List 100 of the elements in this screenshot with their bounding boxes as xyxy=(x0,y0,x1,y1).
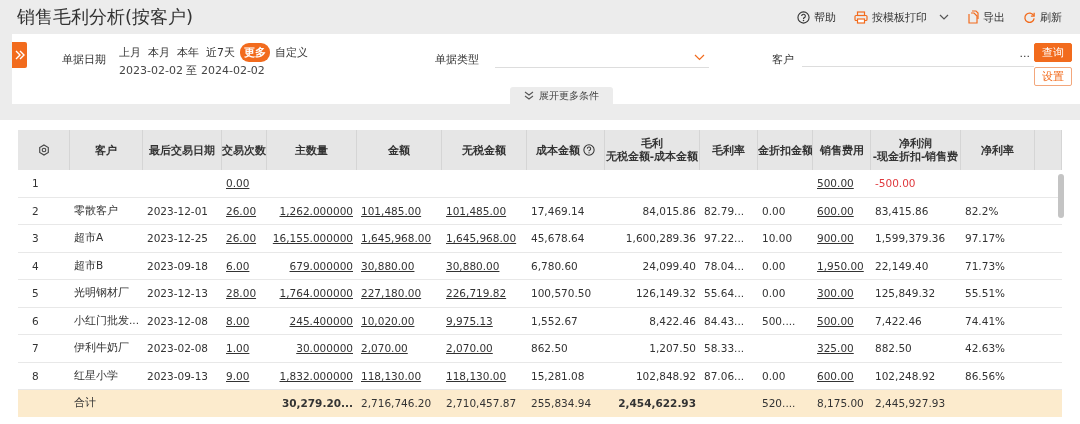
scrollbar[interactable] xyxy=(1058,174,1064,218)
column-header[interactable]: 毛利 无税金额-成本金额 xyxy=(605,130,700,170)
table-link[interactable]: 30,880.00 xyxy=(361,259,415,272)
column-header[interactable]: 毛利率 xyxy=(700,130,758,170)
table-link[interactable]: 1,832.000000 xyxy=(279,369,353,382)
table-cell: 0.00 xyxy=(762,369,786,382)
table-link[interactable]: 1,262.000000 xyxy=(279,204,353,217)
print-button[interactable]: 按模板打印 xyxy=(854,9,949,25)
table-link[interactable]: 679.000000 xyxy=(289,259,353,272)
date-preset[interactable]: 近7天 xyxy=(204,43,237,62)
table-cell: 10.00 xyxy=(762,232,793,245)
table-link[interactable]: 226,719.82 xyxy=(446,287,507,300)
table-link[interactable]: 2,070.00 xyxy=(361,342,408,355)
table-link[interactable]: 118,130.00 xyxy=(361,369,422,382)
date-preset[interactable]: 上月 xyxy=(117,43,143,62)
table-cell: 2023-12-01 xyxy=(147,204,209,217)
table-link[interactable]: 118,130.00 xyxy=(446,369,507,382)
table-cell: 83,415.86 xyxy=(875,204,929,217)
table-cell: 小红门批发... xyxy=(74,313,139,328)
expand-conditions-button[interactable]: 展开更多条件 xyxy=(510,87,613,104)
table-cell: 1,599,379.36 xyxy=(875,232,946,245)
refresh-button[interactable]: 刷新 xyxy=(1023,9,1062,25)
caret-icon xyxy=(939,13,949,21)
table-link[interactable]: 500.00 xyxy=(817,314,854,327)
column-header[interactable]: 主数量 xyxy=(267,130,357,170)
table-cell: 102,848.92 xyxy=(635,369,696,382)
column-header[interactable]: 金额 xyxy=(357,130,442,170)
table-link[interactable]: 1,645,968.00 xyxy=(446,232,517,245)
table-cell: 15,281.08 xyxy=(531,369,585,382)
column-header[interactable]: 最后交易日期 xyxy=(143,130,222,170)
date-preset[interactable]: 本月 xyxy=(146,43,172,62)
table-cell: 126,149.32 xyxy=(635,287,696,300)
help-icon xyxy=(797,10,810,24)
table-cell: 84,015.86 xyxy=(642,204,696,217)
table-cell: 8,422.46 xyxy=(649,314,696,327)
table-link[interactable]: 1.00 xyxy=(226,342,250,355)
table-link[interactable]: 6.00 xyxy=(226,259,250,272)
table-link[interactable]: 600.00 xyxy=(817,204,854,217)
row-number: 2 xyxy=(32,204,39,217)
table-cell: 84.43... xyxy=(704,314,745,327)
date-preset[interactable]: 自定义 xyxy=(273,43,310,62)
settings-icon[interactable] xyxy=(37,144,50,156)
column-header[interactable]: 金折扣金额 xyxy=(758,130,813,170)
double-chevron-icon xyxy=(13,49,26,61)
table-cell: 伊利牛奶厂 xyxy=(74,341,129,356)
table-cell: 2023-12-08 xyxy=(147,314,209,327)
table-cell: 125,849.32 xyxy=(875,287,936,300)
table-link[interactable]: 16,155.000000 xyxy=(272,232,353,245)
table-link[interactable]: 1,950.00 xyxy=(817,259,864,272)
table-cell: 光明钢材厂 xyxy=(74,286,129,301)
export-button[interactable]: 导出 xyxy=(967,9,1005,25)
table-link[interactable]: 600.00 xyxy=(817,369,854,382)
table-link[interactable]: 101,485.00 xyxy=(446,204,507,217)
column-header[interactable]: 交易次数 xyxy=(222,130,267,170)
column-header[interactable]: 净利润 -现金折扣-销售费 xyxy=(871,130,961,170)
column-header[interactable]: 销售费用 xyxy=(813,130,871,170)
table-cell: 0.00 xyxy=(762,204,786,217)
doc-type-label: 单据类型 xyxy=(435,52,480,67)
total-cell: 255,834.94 xyxy=(531,397,592,410)
date-preset[interactable]: 本年 xyxy=(175,43,201,62)
customer-field[interactable]: ... xyxy=(802,47,1034,67)
table-link[interactable]: 28.00 xyxy=(226,287,257,300)
table-cell: 红星小学 xyxy=(74,368,118,383)
table-link[interactable]: 2,070.00 xyxy=(446,342,493,355)
row-number: 5 xyxy=(32,287,39,300)
table-link[interactable]: 8.00 xyxy=(226,314,250,327)
table-cell: 7,422.46 xyxy=(875,314,922,327)
table-cell: 2023-09-13 xyxy=(147,369,209,382)
table-link[interactable]: 9,975.13 xyxy=(446,314,493,327)
table-cell: 17,469.14 xyxy=(531,204,585,217)
column-header[interactable]: 无税金额 xyxy=(442,130,527,170)
column-header[interactable]: 成本金额 xyxy=(527,130,605,170)
table-cell: 86.56% xyxy=(965,369,1006,382)
table-link[interactable]: 30.000000 xyxy=(296,342,353,355)
table-cell: 24,099.40 xyxy=(642,259,696,272)
expand-sidebar-button[interactable] xyxy=(12,42,27,68)
table-link[interactable]: 325.00 xyxy=(817,342,854,355)
table-link[interactable]: 10,020.00 xyxy=(361,314,415,327)
table-link[interactable]: 900.00 xyxy=(817,232,854,245)
total-cell: 2,716,746.20 xyxy=(361,397,432,410)
table-cell: 1,207.50 xyxy=(649,342,696,355)
column-header[interactable]: 客户 xyxy=(70,130,143,170)
table-link[interactable]: 26.00 xyxy=(226,232,257,245)
table-link[interactable]: 101,485.00 xyxy=(361,204,422,217)
row-number: 6 xyxy=(32,314,39,327)
table-link[interactable]: 26.00 xyxy=(226,204,257,217)
table-cell: 74.41% xyxy=(965,314,1006,327)
table-link[interactable]: 1,645,968.00 xyxy=(361,232,432,245)
table-link[interactable]: 0.00 xyxy=(226,177,250,190)
table-link[interactable]: 9.00 xyxy=(226,369,250,382)
table-link[interactable]: 1,764.000000 xyxy=(279,287,353,300)
table-link[interactable]: 30,880.00 xyxy=(446,259,500,272)
date-range: 2023-02-02 至 2024-02-02 xyxy=(118,63,266,78)
table-link[interactable]: 500.00 xyxy=(817,177,854,190)
table-link[interactable]: 227,180.00 xyxy=(361,287,422,300)
table-link[interactable]: 245.400000 xyxy=(289,314,353,327)
table-link[interactable]: 300.00 xyxy=(817,287,854,300)
column-header[interactable]: 净利率 xyxy=(961,130,1035,170)
row-number: 3 xyxy=(32,232,39,245)
help-button[interactable]: 帮助 xyxy=(797,9,836,25)
